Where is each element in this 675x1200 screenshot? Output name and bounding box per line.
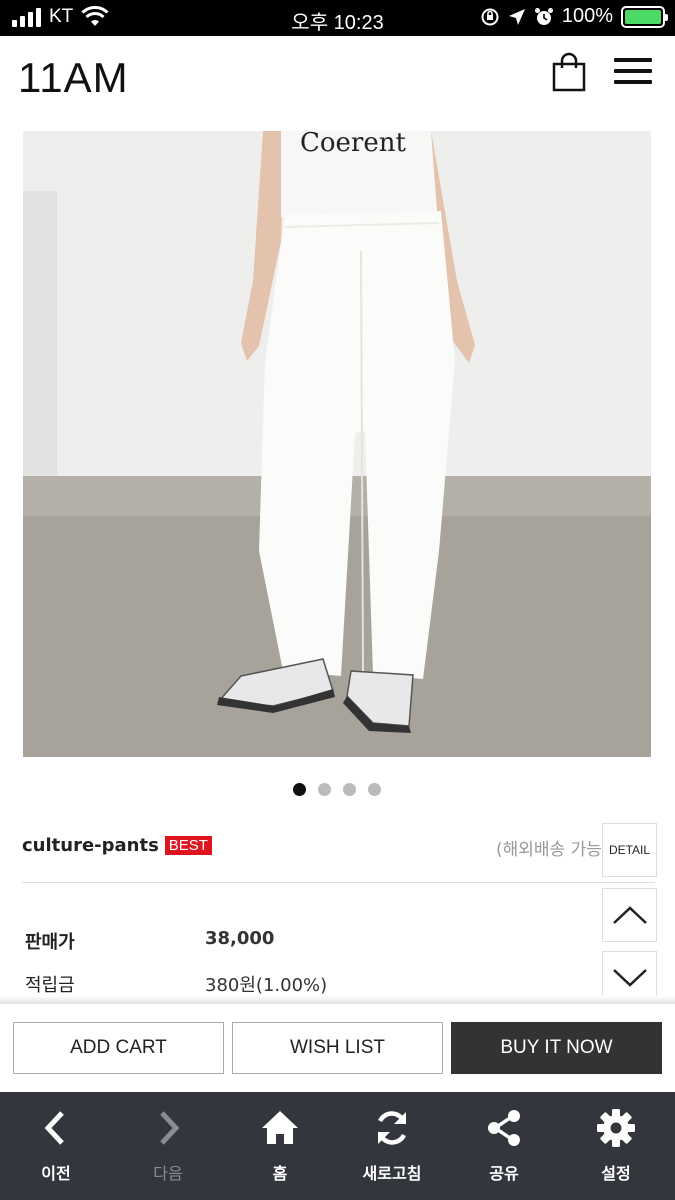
carousel-dot[interactable]: [293, 783, 306, 796]
toolbar-home-label: 홈: [272, 1164, 288, 1183]
scroll-up-button[interactable]: [602, 888, 657, 942]
location-icon: [508, 8, 525, 25]
shirt-print-text: Coerent: [300, 131, 406, 158]
toolbar-home[interactable]: 홈: [224, 1092, 336, 1200]
site-header: 11AM: [0, 36, 675, 126]
carousel-dot[interactable]: [343, 783, 356, 796]
toolbar-forward[interactable]: 다음: [112, 1092, 224, 1200]
settings-icon: [597, 1109, 635, 1147]
add-cart-button[interactable]: ADD CART: [13, 1022, 224, 1074]
product-photo: Coerent: [23, 131, 651, 757]
carousel-dot[interactable]: [318, 783, 331, 796]
toolbar-settings[interactable]: 설정: [560, 1092, 672, 1200]
chevron-down-icon: [612, 969, 647, 987]
toolbar-back-label: 이전: [41, 1164, 71, 1183]
battery-icon: [621, 5, 668, 28]
toolbar-settings-label: 설정: [601, 1164, 631, 1183]
toolbar-refresh[interactable]: 새로고침: [336, 1092, 448, 1200]
carousel-dot[interactable]: [368, 783, 381, 796]
site-logo[interactable]: 11AM: [18, 54, 129, 102]
status-bar: KT 오후 10:23 100%: [0, 0, 675, 36]
price-value: 38,000: [205, 928, 275, 949]
points-label: 적립금: [25, 975, 75, 996]
points-value: 380원(1.00%): [205, 975, 328, 996]
refresh-icon: [377, 1111, 407, 1145]
price-row: 판매가 38,000: [25, 928, 274, 954]
toolbar-share[interactable]: 공유: [448, 1092, 560, 1200]
product-title-row: culture-pants BEST: [22, 835, 212, 856]
home-icon: [262, 1111, 298, 1144]
detail-button[interactable]: DETAIL: [602, 823, 657, 877]
divider: [22, 882, 655, 883]
alarm-icon: [534, 7, 553, 25]
points-row: 적립금 380원(1.00%): [25, 971, 327, 997]
price-label: 판매가: [25, 932, 75, 953]
buy-now-button[interactable]: BUY IT NOW: [451, 1022, 662, 1074]
toolbar-forward-label: 다음: [153, 1164, 183, 1183]
chevron-up-icon: [612, 906, 647, 924]
hamburger-menu-icon[interactable]: [614, 58, 652, 86]
shopping-bag-icon[interactable]: [551, 52, 587, 92]
carousel-indicator: [293, 783, 381, 796]
toolbar-refresh-label: 새로고침: [362, 1164, 422, 1183]
share-icon: [488, 1110, 520, 1146]
browser-toolbar: 이전 다음 홈 새로고침 공유 설정: [0, 1092, 675, 1200]
purchase-action-bar: ADD CART WISH LIST BUY IT NOW: [0, 1004, 675, 1092]
product-image[interactable]: Coerent: [23, 131, 651, 757]
orientation-lock-icon: [481, 8, 499, 25]
product-name: culture-pants: [22, 835, 159, 856]
forward-icon: [160, 1111, 180, 1145]
battery-percent: 100%: [561, 5, 613, 27]
wish-list-button[interactable]: WISH LIST: [232, 1022, 443, 1074]
back-icon: [44, 1111, 64, 1145]
best-badge: BEST: [164, 836, 212, 855]
toolbar-share-label: 공유: [489, 1164, 519, 1183]
action-bar-shadow: [0, 996, 675, 1004]
toolbar-back[interactable]: 이전: [0, 1092, 112, 1200]
